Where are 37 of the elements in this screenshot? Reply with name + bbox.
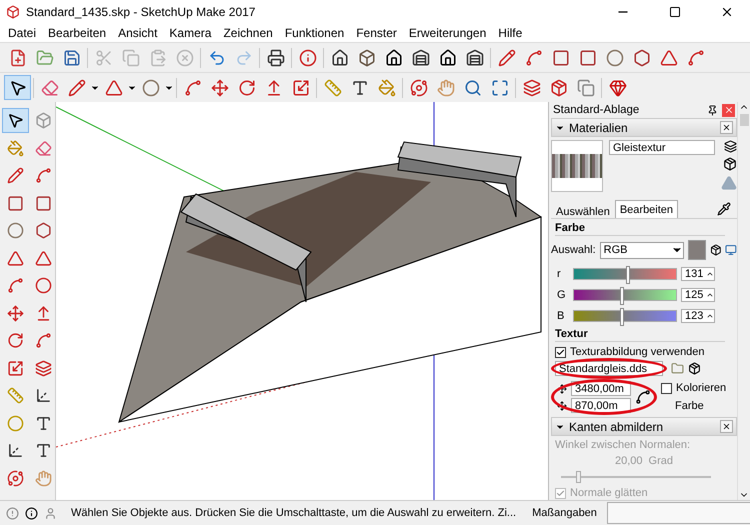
channel-label: r — [557, 268, 562, 280]
menu-item[interactable]: Erweiterungen — [402, 26, 492, 40]
section-header[interactable]: Materialien — [551, 118, 737, 137]
picker-label: Auswahl: — [551, 244, 596, 256]
menu-item[interactable]: Datei — [2, 26, 42, 40]
window-title: Standard_1435.skp - SketchUp Make 2017 — [26, 5, 256, 19]
menu-item[interactable]: Kamera — [163, 26, 218, 40]
angle-unit: Grad — [648, 455, 673, 467]
color-label: Farbe — [674, 400, 704, 412]
material-name-field[interactable]: Gleistextur — [609, 140, 715, 155]
menu-item[interactable]: Funktionen — [278, 26, 350, 40]
channel-label: B — [557, 310, 566, 322]
menu-item[interactable]: Bearbeiten — [42, 26, 112, 40]
tray-title: Standard-Ablage — [553, 104, 640, 116]
tab[interactable]: Bearbeiten — [614, 200, 678, 218]
checkbox-label: Kolorieren — [676, 382, 726, 394]
channel-label: G — [557, 289, 567, 301]
angle-label: Winkel zwischen Normalen: — [555, 439, 692, 451]
menu-item[interactable]: Fenster — [350, 26, 403, 40]
menu-item[interactable]: Ansicht — [112, 26, 164, 40]
measurements-label: Maßangaben — [532, 507, 597, 519]
menu-item[interactable]: Zeichnen — [217, 26, 279, 40]
status-message: Wählen Sie Objekte aus. Drücken Sie die Umschalttaste, um die Auswahl zu erweitern. Zi... — [71, 507, 516, 519]
checkbox-label: Texturabbildung verwenden — [570, 346, 705, 358]
tab[interactable]: Auswählen — [551, 203, 615, 218]
value-spinner[interactable]: 131 — [681, 267, 715, 281]
section-heading: Textur — [555, 328, 725, 342]
height-field[interactable]: 870,00m — [571, 398, 631, 413]
menu-item[interactable]: Hilfe — [492, 26, 528, 40]
value-spinner[interactable]: 123 — [681, 309, 715, 323]
value-spinner[interactable]: 125 — [681, 288, 715, 302]
checkbox-label: Normale glätten — [570, 487, 648, 499]
texture-file-field[interactable]: Standardgleis.dds — [555, 361, 663, 376]
width-field[interactable]: 3480,00m — [571, 381, 631, 396]
angle-value: 20,00 — [615, 455, 643, 467]
picker-dropdown[interactable]: RGB — [600, 242, 684, 258]
section-heading: Farbe — [555, 222, 725, 236]
